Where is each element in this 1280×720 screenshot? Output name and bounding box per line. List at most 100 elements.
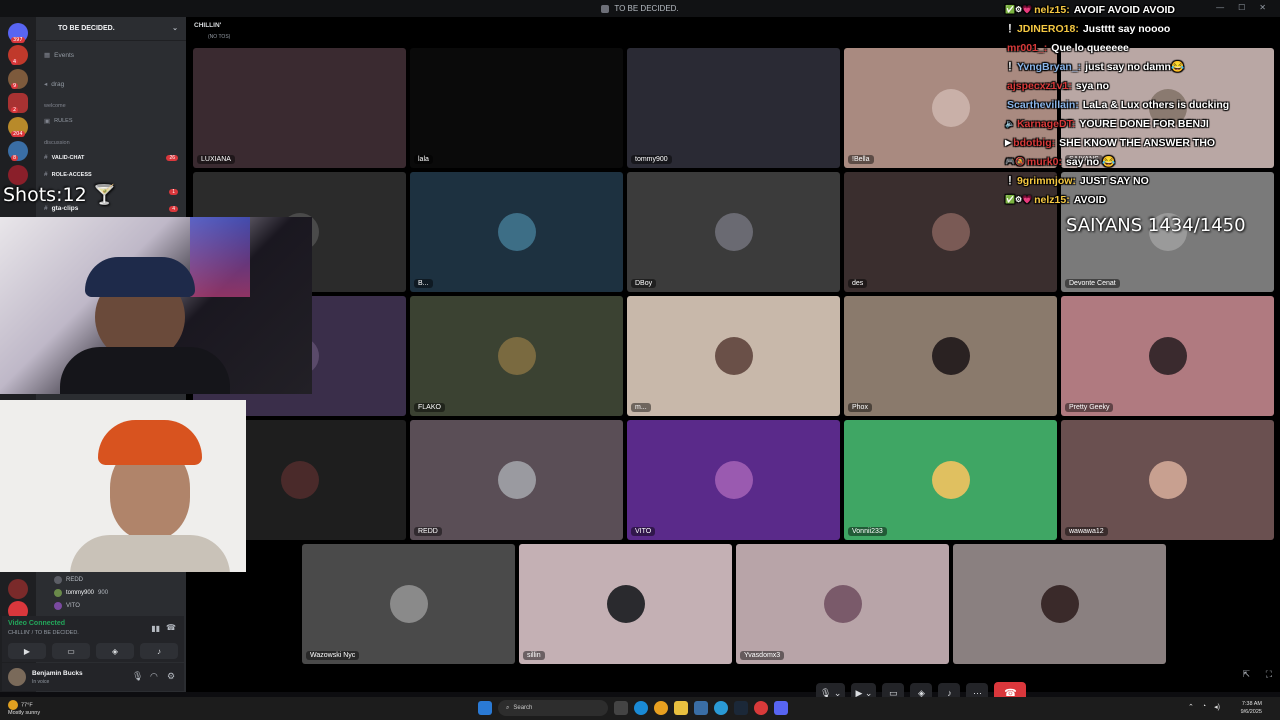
clock[interactable]: 7:38 AM 9/6/2025 — [1241, 700, 1262, 716]
voice-connected-panel: Video Connected CHILLIN' / TO BE DECIDED… — [2, 616, 184, 662]
chat-text: Que lo queeeee — [1051, 41, 1129, 54]
video-button[interactable]: ▶ — [8, 643, 46, 659]
avatar[interactable] — [8, 668, 26, 686]
participant-name: FLAKO — [414, 403, 445, 412]
avatar — [606, 585, 645, 623]
server-header[interactable]: TO BE DECIDED. ⌄ — [36, 17, 186, 41]
server-icon[interactable] — [8, 579, 28, 599]
events-label: Events — [54, 51, 75, 59]
gear-icon[interactable]: ⚙ — [167, 671, 175, 682]
chat-text: Justttt say noooo — [1082, 22, 1171, 35]
server-badge: 4 — [11, 59, 19, 65]
settings-icon[interactable] — [694, 701, 708, 715]
search-icon: ⌕ — [506, 704, 510, 711]
participant-tile[interactable] — [953, 544, 1166, 664]
participant-tile[interactable]: REDD — [410, 420, 623, 540]
fullscreen-icon[interactable]: ⛶ — [1266, 669, 1272, 680]
avatar — [714, 461, 753, 499]
avatar — [389, 585, 428, 623]
chat-username: mr001_: — [1007, 41, 1048, 54]
obs-icon[interactable] — [754, 701, 768, 715]
weather-desc: Mostly sunny — [8, 710, 41, 716]
participant-tile[interactable]: tommy900 — [627, 48, 840, 168]
participant-name: wawawa12 — [1065, 527, 1108, 536]
camera-icon: ▶ — [23, 646, 31, 656]
participant-tile[interactable]: Pretty Geeky — [1061, 296, 1274, 416]
chat-username: 9grimmjow: — [1016, 174, 1076, 187]
steam-icon[interactable] — [734, 701, 748, 715]
category-discussion[interactable]: discussion — [44, 140, 70, 146]
windows-start-icon[interactable] — [478, 701, 492, 715]
chat-message: ✅⚙💗 nelz15: AVOID — [1005, 190, 1280, 209]
app-icon[interactable] — [714, 701, 728, 715]
avatar — [714, 337, 753, 375]
taskbar-search[interactable]: ⌕ Search — [498, 700, 608, 716]
wifi-icon[interactable]: ◔ — [1202, 703, 1206, 711]
server-icon[interactable] — [8, 165, 28, 185]
events-item[interactable]: ▦ Events — [44, 51, 75, 60]
disconnect-icon[interactable]: ☎ — [166, 623, 176, 632]
edge-icon[interactable] — [634, 701, 648, 715]
chat-badges: ❕ — [1005, 24, 1015, 33]
popout-icon[interactable]: ⇱ — [1242, 669, 1250, 680]
participant-tile[interactable]: Wazowski Nyc — [302, 544, 515, 664]
file-explorer-icon[interactable] — [674, 701, 688, 715]
chrome-icon[interactable] — [654, 701, 668, 715]
screen-share-button[interactable]: ▭ — [52, 643, 90, 659]
headphones-icon[interactable]: ◠ — [150, 671, 158, 682]
participant-tile[interactable]: B... — [410, 172, 623, 292]
signal-icon[interactable]: ▮▮ — [151, 624, 160, 633]
channel-gta-clips[interactable]: # gta-clips — [44, 205, 78, 212]
taskbar-apps: ⌕ Search — [478, 700, 788, 716]
microphone-icon[interactable]: 🎙 — [132, 671, 143, 682]
participant-tile[interactable]: Phox — [844, 296, 1057, 416]
task-view-icon[interactable] — [614, 701, 628, 715]
user-status: In voice — [32, 679, 50, 685]
clock-time: 7:38 AM — [1241, 701, 1262, 707]
soundboard-button[interactable]: ♪ — [140, 643, 178, 659]
participant-tile[interactable]: LUXIANA — [193, 48, 406, 168]
voice-user-name: REDD — [66, 576, 84, 583]
voice-user[interactable]: tommy900 900 — [54, 586, 184, 599]
participant-tile[interactable]: Yvasdomx3 — [736, 544, 949, 664]
channel-role-access[interactable]: # ROLE-ACCESS — [44, 171, 92, 178]
participant-name: LUXIANA — [197, 155, 235, 164]
discord-icon[interactable] — [774, 701, 788, 715]
channel-valid-chat[interactable]: # VALID-CHAT — [44, 154, 84, 161]
participant-tile[interactable]: lala — [410, 48, 623, 168]
hash-icon: # — [44, 154, 48, 161]
participant-name: Pretty Geeky — [1065, 403, 1114, 412]
participant-tile[interactable]: VITO — [627, 420, 840, 540]
chevron-up-icon[interactable]: ⌃ — [1188, 703, 1194, 711]
category-label: welcome — [44, 103, 66, 109]
participant-tile[interactable]: wawawa12 — [1061, 420, 1274, 540]
voice-user[interactable]: REDD — [54, 573, 184, 586]
chat-username: nelz15: — [1034, 193, 1070, 206]
avatar — [931, 213, 970, 251]
voice-user[interactable]: VITO — [54, 599, 184, 612]
participant-tile[interactable]: m... — [627, 296, 840, 416]
voice-channel-path[interactable]: CHILLIN' / TO BE DECIDED. — [8, 630, 79, 636]
controller-icon: ◈ — [111, 646, 119, 656]
participant-tile[interactable]: sillin — [519, 544, 732, 664]
clock-date: 9/6/2025 — [1240, 709, 1262, 715]
chat-message: 🔈 KarnageDT: YOURE DONE FOR BENJI — [1005, 114, 1280, 133]
participant-tile[interactable]: DBoy — [627, 172, 840, 292]
channel-drag[interactable]: ◂ drag — [44, 80, 64, 89]
category-welcome[interactable]: welcome — [44, 103, 66, 109]
voice-channel-subtitle: (NO TOS) — [208, 34, 231, 40]
participant-name: Phox — [848, 403, 872, 412]
chat-badges: 🎮🔕 — [1005, 157, 1025, 166]
activities-button[interactable]: ◈ — [96, 643, 134, 659]
participant-tile[interactable]: FLAKO — [410, 296, 623, 416]
avatar — [497, 461, 536, 499]
participant-name: Vonnii233 — [848, 527, 887, 536]
poster — [190, 217, 250, 297]
chat-username: bdotbig: — [1013, 136, 1056, 149]
participant-tile[interactable]: Vonnii233 — [844, 420, 1057, 540]
voice-status: Video Connected — [8, 620, 66, 627]
volume-icon[interactable]: ◂) — [1214, 703, 1220, 711]
channel-rules[interactable]: ▣ RULES — [44, 117, 73, 125]
weather-temp: 77°F — [21, 702, 33, 709]
weather-widget[interactable]: 77°F Mostly sunny — [8, 700, 40, 717]
